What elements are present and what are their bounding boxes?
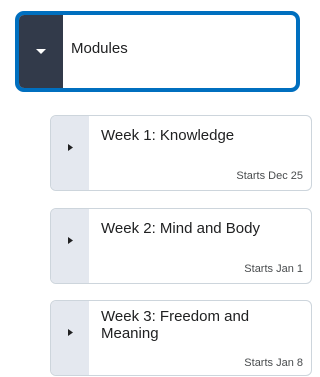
week-1-content: Week 1: Knowledge Starts Dec 25 bbox=[89, 116, 311, 190]
week-item-2[interactable]: Week 2: Mind and Body Starts Jan 1 bbox=[50, 208, 312, 284]
modules-title: Modules bbox=[71, 40, 128, 57]
caret-right-icon bbox=[67, 144, 73, 151]
week-2-content: Week 2: Mind and Body Starts Jan 1 bbox=[89, 209, 311, 283]
week-title: Week 1: Knowledge bbox=[101, 127, 235, 144]
caret-right-icon bbox=[67, 329, 73, 336]
week-3-expand-button[interactable] bbox=[51, 301, 89, 375]
week-3-content: Week 3: Freedom and Meaning Starts Jan 8 bbox=[89, 301, 311, 375]
week-start-date: Starts Jan 1 bbox=[244, 263, 303, 275]
caret-right-icon bbox=[67, 237, 73, 244]
week-title: Week 3: Freedom and Meaning bbox=[101, 308, 250, 342]
week-title: Week 2: Mind and Body bbox=[101, 220, 260, 237]
modules-header[interactable]: Modules bbox=[15, 11, 300, 92]
week-item-1[interactable]: Week 1: Knowledge Starts Dec 25 bbox=[50, 115, 312, 191]
modules-toggle[interactable] bbox=[19, 15, 63, 88]
caret-down-icon bbox=[36, 48, 46, 54]
week-start-date: Starts Jan 8 bbox=[244, 357, 303, 369]
week-2-expand-button[interactable] bbox=[51, 209, 89, 283]
week-item-3[interactable]: Week 3: Freedom and Meaning Starts Jan 8 bbox=[50, 300, 312, 376]
week-1-expand-button[interactable] bbox=[51, 116, 89, 190]
week-start-date: Starts Dec 25 bbox=[236, 170, 303, 182]
